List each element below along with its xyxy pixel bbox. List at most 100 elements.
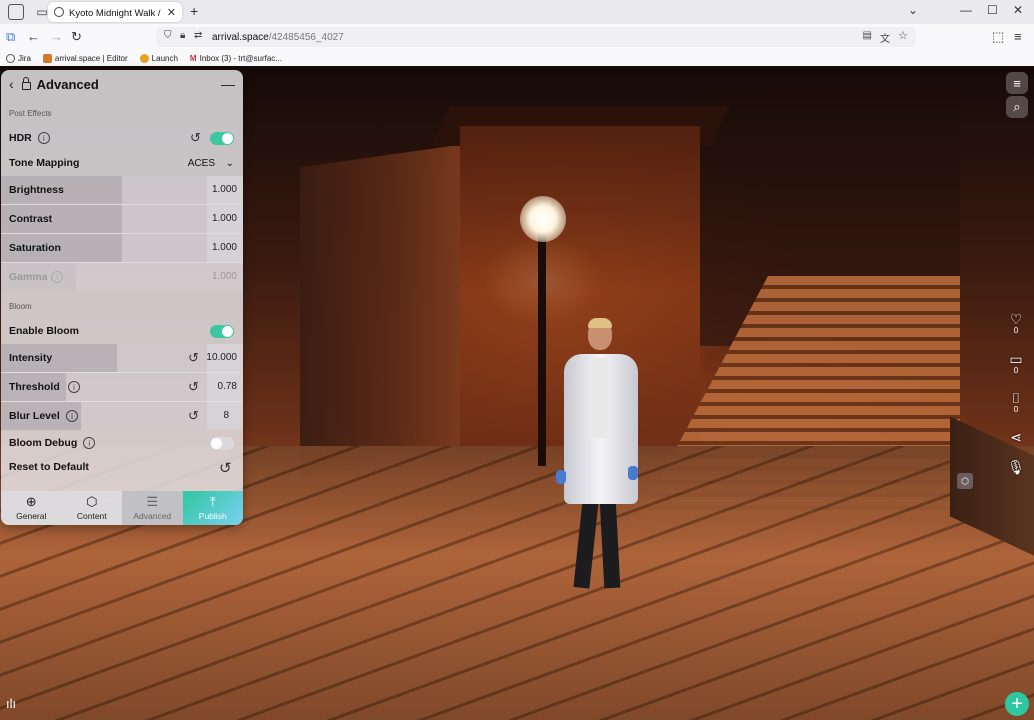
tone-mapping-row[interactable]: Tone Mapping ACES ⌄	[1, 149, 243, 177]
advanced-settings-panel: ‹ Advanced — Post Effects HDR i ↺ Tone M…	[1, 70, 243, 525]
minimize-window-button[interactable]: —	[960, 3, 972, 17]
bloom-debug-toggle[interactable]	[210, 437, 234, 450]
tab-label: General	[16, 511, 47, 521]
lock-icon[interactable]: 🔒︎	[180, 30, 185, 41]
tab-label: Publish	[198, 511, 227, 521]
reset-to-default-row[interactable]: Reset to Default ↺	[1, 453, 243, 481]
extensions-icon[interactable]: ⬚	[992, 29, 1004, 45]
reset-to-default-label[interactable]: Reset to Default	[9, 461, 89, 473]
menu-icon[interactable]: ≡	[1014, 29, 1022, 44]
minimize-panel-button[interactable]: —	[221, 76, 235, 92]
reset-icon[interactable]: ↺	[219, 459, 232, 477]
hdr-row: HDR i ↺	[1, 124, 243, 152]
reset-icon[interactable]: ↺	[188, 408, 199, 424]
saturation-slider[interactable]: Saturation 1.000	[1, 234, 243, 262]
bookmark-icon[interactable]: ⌷	[1012, 391, 1020, 405]
gamma-value: 1.000	[211, 271, 237, 282]
panel-bottom-nav: ⊕ General ⬡ Content ☰ Advanced ⤒ Publish	[1, 491, 243, 525]
info-icon[interactable]: i	[68, 381, 80, 393]
info-icon[interactable]: i	[37, 132, 50, 144]
list-icon: ☰	[146, 494, 159, 509]
bloom-debug-label: Bloom Debug	[9, 437, 78, 449]
hdr-toggle[interactable]	[210, 132, 234, 145]
comment-count: 0	[1013, 366, 1019, 375]
bookmark-item[interactable]: arrival.space | Editor	[42, 53, 128, 63]
bookmark-control[interactable]: ⌷ 0	[1005, 391, 1027, 414]
reader-view-icon[interactable]: ▤	[863, 30, 872, 41]
brightness-label: Brightness	[9, 184, 64, 196]
back-button[interactable]: ←	[27, 29, 40, 44]
share-control[interactable]: ⋖	[1005, 430, 1027, 444]
url-path: /42485456_4027	[268, 31, 344, 43]
enable-bloom-toggle[interactable]	[210, 325, 234, 338]
bookmark-item[interactable]: M Inbox (3) - trt@surfac...	[190, 54, 282, 63]
maximize-window-button[interactable]: ☐	[987, 3, 998, 17]
bookmark-label: Inbox (3) - trt@surfac...	[199, 53, 282, 63]
threshold-value[interactable]: 0.78	[218, 381, 237, 392]
new-tab-button[interactable]: +	[190, 3, 198, 19]
info-icon[interactable]: i	[51, 271, 63, 283]
sidebar-icon[interactable]: ⧉	[6, 29, 15, 45]
reset-icon[interactable]: ↺	[190, 130, 201, 146]
hamburger-menu-button[interactable]: ≡	[1006, 72, 1028, 94]
building-left	[300, 144, 460, 478]
object-marker-icon[interactable]: ⬡	[957, 473, 973, 489]
chevron-down-icon[interactable]: ⌄	[908, 3, 918, 17]
section-post-effects: Post Effects	[9, 109, 52, 118]
tab-overview-icon[interactable]	[8, 4, 24, 20]
tone-mapping-label: Tone Mapping	[9, 157, 80, 169]
shield-icon[interactable]: ⛉	[164, 30, 172, 41]
section-bloom: Bloom	[9, 302, 32, 311]
player-avatar[interactable]	[548, 318, 644, 598]
info-icon[interactable]: i	[83, 437, 96, 449]
reset-icon[interactable]: ↺	[188, 379, 199, 395]
address-bar[interactable]: ⛉ 🔒︎ ⇄ arrival.space/42485456_4027 ▤ 文 ☆	[156, 27, 916, 47]
bookmark-item[interactable]: Jira	[6, 53, 31, 63]
translate-icon[interactable]: 文	[880, 30, 890, 45]
comment-control[interactable]: ▭ 0	[1005, 352, 1027, 375]
share-icon[interactable]: ⋖	[1010, 430, 1022, 444]
brightness-slider[interactable]: Brightness 1.000	[1, 176, 243, 204]
bookmark-item[interactable]: Launch	[139, 53, 178, 63]
add-button[interactable]: +	[1005, 692, 1029, 716]
like-control[interactable]: ♡ 0	[1005, 312, 1027, 335]
search-button[interactable]: ⌕	[1006, 96, 1028, 118]
threshold-slider[interactable]: Threshold i ↺ 0.78	[1, 373, 243, 401]
contrast-value[interactable]: 1.000	[212, 213, 237, 224]
reload-button[interactable]: ↻	[71, 29, 82, 45]
microphone-control[interactable]: 🎙︎	[1005, 460, 1027, 474]
bookmark-label: Launch	[151, 53, 178, 63]
browser-tab[interactable]: Kyoto Midnight Walk / 深夜の京 ✕	[48, 2, 182, 22]
tab-general[interactable]: ⊕ General	[1, 491, 62, 525]
bookmark-label: Jira	[18, 53, 31, 63]
tone-mapping-value[interactable]: ACES	[188, 158, 215, 169]
permissions-icon[interactable]: ⇄	[194, 30, 202, 41]
microphone-muted-icon[interactable]: 🎙︎	[1007, 460, 1025, 474]
intensity-value[interactable]: 10.000	[206, 352, 237, 363]
upload-icon: ⤒	[209, 494, 216, 509]
saturation-value[interactable]: 1.000	[212, 242, 237, 253]
blur-level-value[interactable]: 8	[223, 410, 229, 421]
contrast-slider[interactable]: Contrast 1.000	[1, 205, 243, 233]
info-icon[interactable]: i	[66, 410, 78, 422]
comment-icon[interactable]: ▭	[1009, 352, 1022, 366]
chevron-down-icon[interactable]: ⌄	[226, 158, 234, 169]
blur-level-slider[interactable]: Blur Level i ↺ 8	[1, 402, 243, 430]
audio-waveform-icon[interactable]: ılı	[6, 696, 16, 711]
launch-icon	[139, 53, 149, 63]
close-window-button[interactable]: ✕	[1013, 3, 1023, 17]
tab-title: Kyoto Midnight Walk / 深夜の京	[69, 8, 163, 19]
tab-publish[interactable]: ⤒ Publish	[182, 491, 243, 525]
tab-content[interactable]: ⬡ Content	[62, 491, 123, 525]
heart-icon[interactable]: ♡	[1010, 312, 1023, 326]
saturation-label: Saturation	[9, 242, 61, 254]
forward-button[interactable]: →	[50, 29, 63, 44]
bookmark-label: arrival.space | Editor	[54, 53, 128, 63]
tab-advanced[interactable]: ☰ Advanced	[122, 491, 183, 525]
bookmark-star-icon[interactable]: ☆	[898, 29, 908, 42]
brightness-value[interactable]: 1.000	[212, 184, 237, 195]
close-tab-icon[interactable]: ✕	[167, 6, 176, 19]
reset-icon[interactable]: ↺	[188, 350, 199, 366]
intensity-slider[interactable]: Intensity ↺ 10.000	[1, 344, 243, 372]
back-chevron-icon[interactable]: ‹	[9, 76, 14, 92]
